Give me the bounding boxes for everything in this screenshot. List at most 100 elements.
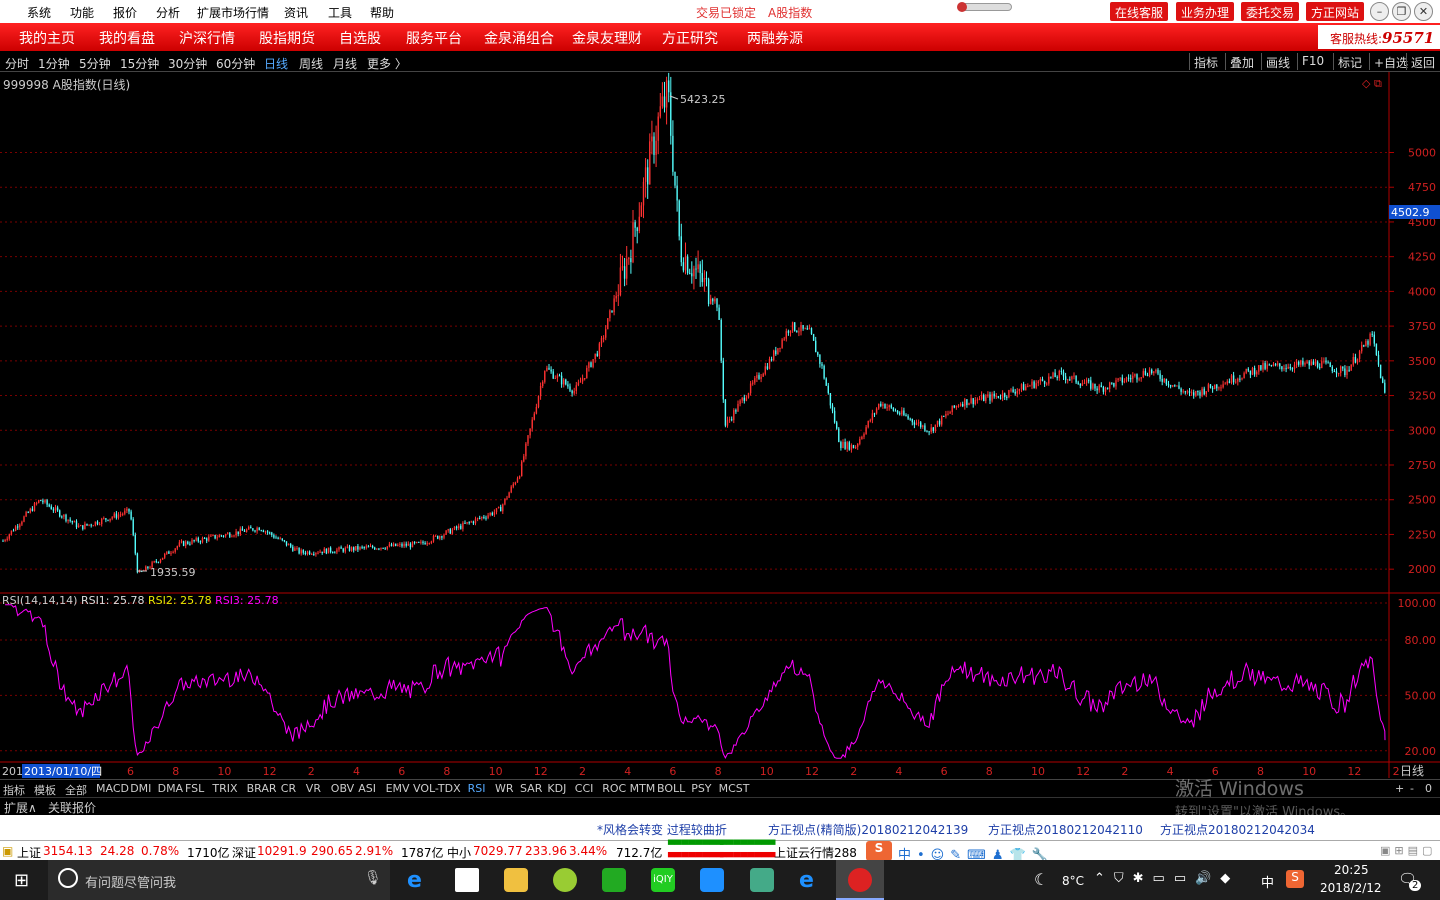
zoom-button[interactable]: 0 bbox=[1425, 782, 1432, 795]
indicator-tab-vr[interactable]: VR bbox=[306, 782, 321, 795]
tool-draw[interactable]: 画线 bbox=[1261, 53, 1294, 70]
menu-tools[interactable]: 工具 bbox=[328, 4, 352, 21]
indicator-tab-vol-tdx[interactable]: VOL-TDX bbox=[413, 782, 461, 795]
expand-icon[interactable]: ◇ ⧉ bbox=[1362, 77, 1382, 90]
tool-back[interactable]: 返回 bbox=[1406, 53, 1439, 70]
nav-watchlist[interactable]: 自选股 bbox=[339, 28, 381, 48]
menu-system[interactable]: 系统 bbox=[27, 4, 51, 21]
period-15min[interactable]: 15分钟 bbox=[120, 55, 159, 72]
business-button[interactable]: 业务办理 bbox=[1176, 2, 1235, 21]
moon-weather-icon[interactable]: ☾ bbox=[1034, 870, 1048, 889]
website-button[interactable]: 方正网站 bbox=[1306, 2, 1365, 21]
tool-overlay[interactable]: 叠加 bbox=[1225, 53, 1258, 70]
close-icon[interactable]: ✕ bbox=[1414, 2, 1433, 21]
edge-icon[interactable]: e bbox=[407, 868, 431, 893]
indicator-tab-dmi[interactable]: DMI bbox=[130, 782, 151, 795]
ticker-icon[interactable]: ▣ bbox=[2, 844, 13, 858]
period-60min[interactable]: 60分钟 bbox=[216, 55, 255, 72]
sogou-tray-icon[interactable]: S bbox=[1286, 870, 1304, 888]
windows-start-icon[interactable]: ⊞ bbox=[14, 870, 29, 891]
cortana-search[interactable]: 有问题尽管问我 🎙 bbox=[48, 860, 390, 900]
news-item[interactable]: *风格会转变 过程较曲折 bbox=[597, 821, 727, 838]
period-weekly[interactable]: 周线 bbox=[299, 55, 323, 72]
nav-service[interactable]: 服务平台 bbox=[406, 28, 462, 48]
nav-home[interactable]: 我的主页 bbox=[19, 28, 75, 48]
sz-name[interactable]: 深证 bbox=[232, 844, 256, 861]
indicator-tab-cr[interactable]: CR bbox=[281, 782, 296, 795]
tray-mini-icons[interactable]: ▣⊞▤▢ bbox=[1380, 844, 1436, 857]
period-1min[interactable]: 1分钟 bbox=[38, 55, 70, 72]
ime-indicator[interactable]: 中 bbox=[1261, 872, 1274, 891]
indicator-tab-mtm[interactable]: MTM bbox=[630, 782, 656, 795]
player-icon[interactable] bbox=[700, 868, 724, 892]
news-item[interactable]: 方正视点20180212042034 bbox=[1160, 821, 1315, 838]
indicator-tab-fsl[interactable]: FSL bbox=[185, 782, 204, 795]
file-explorer-icon[interactable] bbox=[504, 868, 528, 892]
indicator-tab-brar[interactable]: BRAR bbox=[247, 782, 277, 795]
indicator-tab-psy[interactable]: PSY bbox=[691, 782, 711, 795]
nav-finance[interactable]: 金泉友理财 bbox=[572, 28, 642, 48]
indicator-tab-emv[interactable]: EMV bbox=[386, 782, 410, 795]
period-more[interactable]: 更多 〉 bbox=[367, 55, 407, 72]
tool-mark[interactable]: 标记 bbox=[1333, 53, 1366, 70]
indicator-tab-macd[interactable]: MACD bbox=[96, 782, 129, 795]
sh-name[interactable]: 上证 bbox=[17, 844, 41, 861]
app-icon[interactable] bbox=[750, 868, 774, 892]
indicator-tab-全部[interactable]: 全部 bbox=[65, 782, 87, 798]
app-icon[interactable] bbox=[602, 868, 626, 892]
trade-button[interactable]: 委托交易 bbox=[1241, 2, 1300, 21]
online-service-button[interactable]: 在线客服 bbox=[1110, 2, 1169, 21]
nav-research[interactable]: 方正研究 bbox=[662, 28, 718, 48]
nav-futures[interactable]: 股指期货 bbox=[259, 28, 315, 48]
founder-app-icon[interactable] bbox=[836, 860, 884, 900]
period-timeshare[interactable]: 分时 bbox=[5, 55, 29, 72]
indicator-tab-roc[interactable]: ROC bbox=[602, 782, 626, 795]
tool-f10[interactable]: F10 bbox=[1297, 53, 1328, 70]
kline-chart[interactable]: 2000225025002750300032503500375040004250… bbox=[0, 72, 1440, 778]
slider-knob[interactable] bbox=[957, 2, 967, 12]
tab-extend[interactable]: 扩展∧ bbox=[4, 799, 37, 816]
zoom-button[interactable]: - bbox=[1410, 782, 1414, 795]
period-30min[interactable]: 30分钟 bbox=[168, 55, 207, 72]
indicator-tab-asi[interactable]: ASI bbox=[358, 782, 376, 795]
nav-my-board[interactable]: 我的看盘 bbox=[99, 28, 155, 48]
period-5min[interactable]: 5分钟 bbox=[79, 55, 111, 72]
news-item[interactable]: 方正视点(精简版)20180212042139 bbox=[768, 821, 968, 838]
menu-extended-market[interactable]: 扩展市场行情 bbox=[197, 4, 269, 21]
tray-icons[interactable]: ⌃⛉✱▭▭🔊◆ bbox=[1094, 871, 1239, 886]
indicator-tab-wr[interactable]: WR bbox=[495, 782, 514, 795]
indicator-tab-cci[interactable]: CCI bbox=[575, 782, 594, 795]
indicator-tab-kdj[interactable]: KDJ bbox=[547, 782, 566, 795]
nav-market[interactable]: 沪深行情 bbox=[179, 28, 235, 48]
period-monthly[interactable]: 月线 bbox=[333, 55, 357, 72]
indicator-tab-模板[interactable]: 模板 bbox=[34, 782, 56, 798]
indicator-tab-rsi[interactable]: RSI bbox=[468, 782, 486, 795]
microphone-icon[interactable]: 🎙 bbox=[364, 870, 382, 886]
menu-news[interactable]: 资讯 bbox=[284, 4, 308, 21]
tab-related-quote[interactable]: 关联报价 bbox=[48, 799, 96, 816]
nav-margin[interactable]: 两融券源 bbox=[747, 28, 803, 48]
clock-time[interactable]: 20:25 bbox=[1334, 863, 1369, 877]
news-item[interactable]: 方正视点20180212042110 bbox=[988, 821, 1143, 838]
indicator-tab-boll[interactable]: BOLL bbox=[657, 782, 685, 795]
transparency-slider[interactable] bbox=[957, 2, 1012, 12]
zoom-button[interactable]: + bbox=[1395, 782, 1404, 795]
store-icon[interactable] bbox=[455, 868, 479, 892]
restore-icon[interactable]: ❐ bbox=[1392, 2, 1411, 21]
indicator-tab-obv[interactable]: OBV bbox=[331, 782, 354, 795]
tool-indicator[interactable]: 指标 bbox=[1189, 53, 1222, 70]
menu-help[interactable]: 帮助 bbox=[370, 4, 394, 21]
ie-icon[interactable]: e bbox=[799, 868, 823, 893]
indicator-tab-sar[interactable]: SAR bbox=[520, 782, 542, 795]
period-daily[interactable]: 日线 bbox=[264, 55, 288, 72]
trade-lock-status[interactable]: 交易已锁定 bbox=[696, 4, 756, 21]
indicator-tab-dma[interactable]: DMA bbox=[158, 782, 184, 795]
index-label[interactable]: A股指数 bbox=[768, 4, 812, 21]
indicator-tab-trix[interactable]: TRIX bbox=[212, 782, 237, 795]
clock-date[interactable]: 2018/2/12 bbox=[1320, 881, 1382, 895]
menu-function[interactable]: 功能 bbox=[70, 4, 94, 21]
temperature[interactable]: 8°C bbox=[1062, 874, 1084, 888]
menu-quote[interactable]: 报价 bbox=[113, 4, 137, 21]
zx-name[interactable]: 中小 bbox=[447, 844, 471, 861]
iqiyi-icon[interactable]: iQIY bbox=[651, 868, 675, 892]
